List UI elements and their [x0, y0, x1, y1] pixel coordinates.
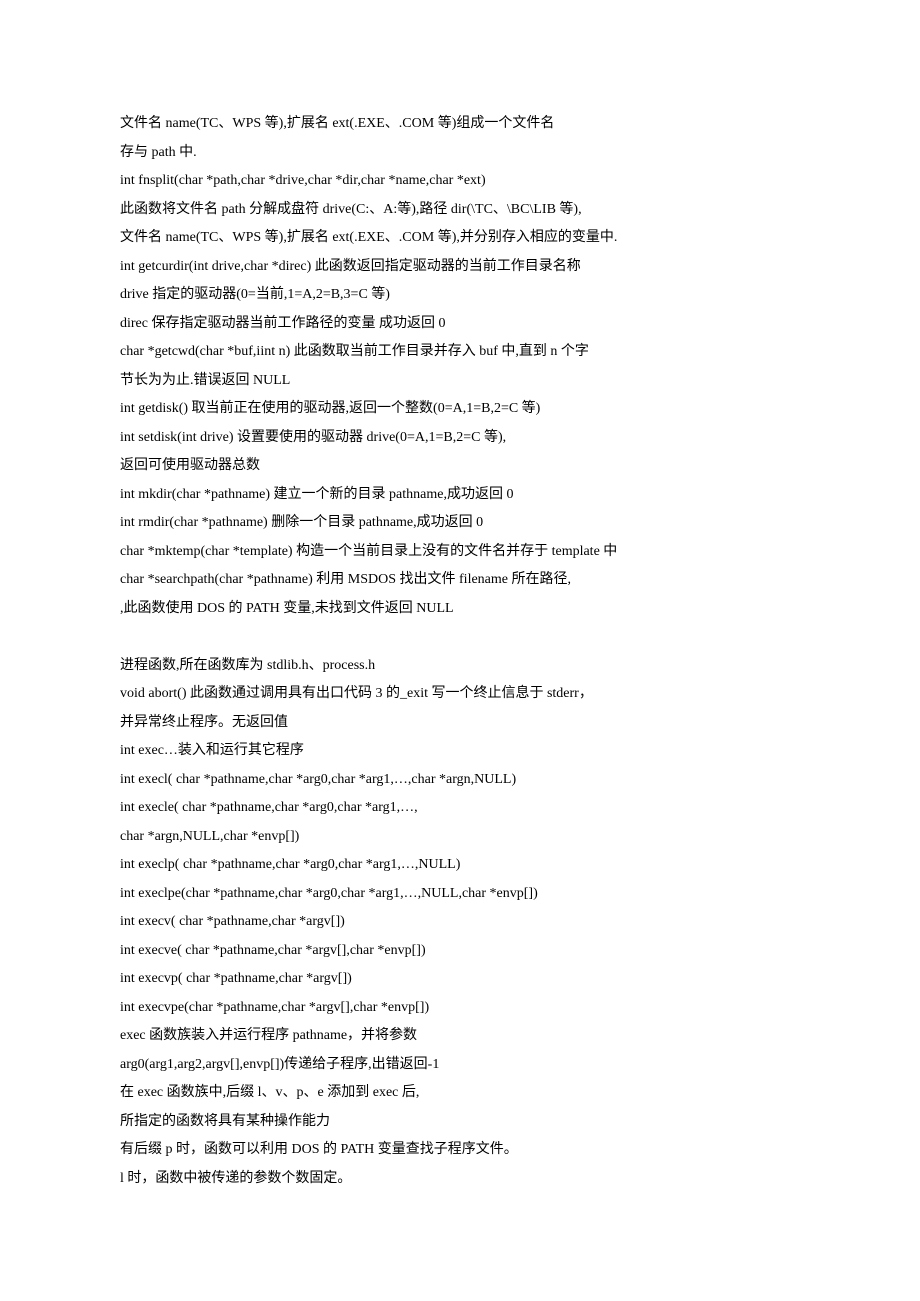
blank-line — [120, 623, 800, 652]
text-line: 此函数将文件名 path 分解成盘符 drive(C:、A:等),路径 dir(… — [120, 196, 800, 225]
document-page: 文件名 name(TC、WPS 等),扩展名 ext(.EXE、.COM 等)组… — [0, 0, 920, 1301]
text-line: ,此函数使用 DOS 的 PATH 变量,未找到文件返回 NULL — [120, 595, 800, 624]
text-line: int getdisk() 取当前正在使用的驱动器,返回一个整数(0=A,1=B… — [120, 395, 800, 424]
text-line: int exec…装入和运行其它程序 — [120, 737, 800, 766]
text-line: int mkdir(char *pathname) 建立一个新的目录 pathn… — [120, 481, 800, 510]
text-line: 节长为为止.错误返回 NULL — [120, 367, 800, 396]
document-content: 文件名 name(TC、WPS 等),扩展名 ext(.EXE、.COM 等)组… — [120, 110, 800, 1193]
text-line: int execle( char *pathname,char *arg0,ch… — [120, 794, 800, 823]
text-line: 进程函数,所在函数库为 stdlib.h、process.h — [120, 652, 800, 681]
text-line: 文件名 name(TC、WPS 等),扩展名 ext(.EXE、.COM 等),… — [120, 224, 800, 253]
text-line: 文件名 name(TC、WPS 等),扩展名 ext(.EXE、.COM 等)组… — [120, 110, 800, 139]
text-line: int setdisk(int drive) 设置要使用的驱动器 drive(0… — [120, 424, 800, 453]
text-line: char *mktemp(char *template) 构造一个当前目录上没有… — [120, 538, 800, 567]
text-line: 在 exec 函数族中,后缀 l、v、p、e 添加到 exec 后, — [120, 1079, 800, 1108]
text-line: arg0(arg1,arg2,argv[],envp[])传递给子程序,出错返回… — [120, 1051, 800, 1080]
text-line: 返回可使用驱动器总数 — [120, 452, 800, 481]
text-line: int execlpe(char *pathname,char *arg0,ch… — [120, 880, 800, 909]
text-line: int fnsplit(char *path,char *drive,char … — [120, 167, 800, 196]
text-line: int rmdir(char *pathname) 删除一个目录 pathnam… — [120, 509, 800, 538]
text-line: void abort() 此函数通过调用具有出口代码 3 的_exit 写一个终… — [120, 680, 800, 709]
text-line: 所指定的函数将具有某种操作能力 — [120, 1108, 800, 1137]
text-line: int execl( char *pathname,char *arg0,cha… — [120, 766, 800, 795]
text-line: char *getcwd(char *buf,iint n) 此函数取当前工作目… — [120, 338, 800, 367]
text-line: int execv( char *pathname,char *argv[]) — [120, 908, 800, 937]
text-line: drive 指定的驱动器(0=当前,1=A,2=B,3=C 等) — [120, 281, 800, 310]
text-line: int execvpe(char *pathname,char *argv[],… — [120, 994, 800, 1023]
text-line: direc 保存指定驱动器当前工作路径的变量 成功返回 0 — [120, 310, 800, 339]
text-line: int execve( char *pathname,char *argv[],… — [120, 937, 800, 966]
text-line: char *searchpath(char *pathname) 利用 MSDO… — [120, 566, 800, 595]
text-line: int execvp( char *pathname,char *argv[]) — [120, 965, 800, 994]
text-line: l 时，函数中被传递的参数个数固定。 — [120, 1165, 800, 1194]
text-line: int execlp( char *pathname,char *arg0,ch… — [120, 851, 800, 880]
text-line: exec 函数族装入并运行程序 pathname，并将参数 — [120, 1022, 800, 1051]
text-line: 并异常终止程序。无返回值 — [120, 709, 800, 738]
text-line: int getcurdir(int drive,char *direc) 此函数… — [120, 253, 800, 282]
text-line: char *argn,NULL,char *envp[]) — [120, 823, 800, 852]
text-line: 有后缀 p 时，函数可以利用 DOS 的 PATH 变量查找子程序文件。 — [120, 1136, 800, 1165]
text-line: 存与 path 中. — [120, 139, 800, 168]
